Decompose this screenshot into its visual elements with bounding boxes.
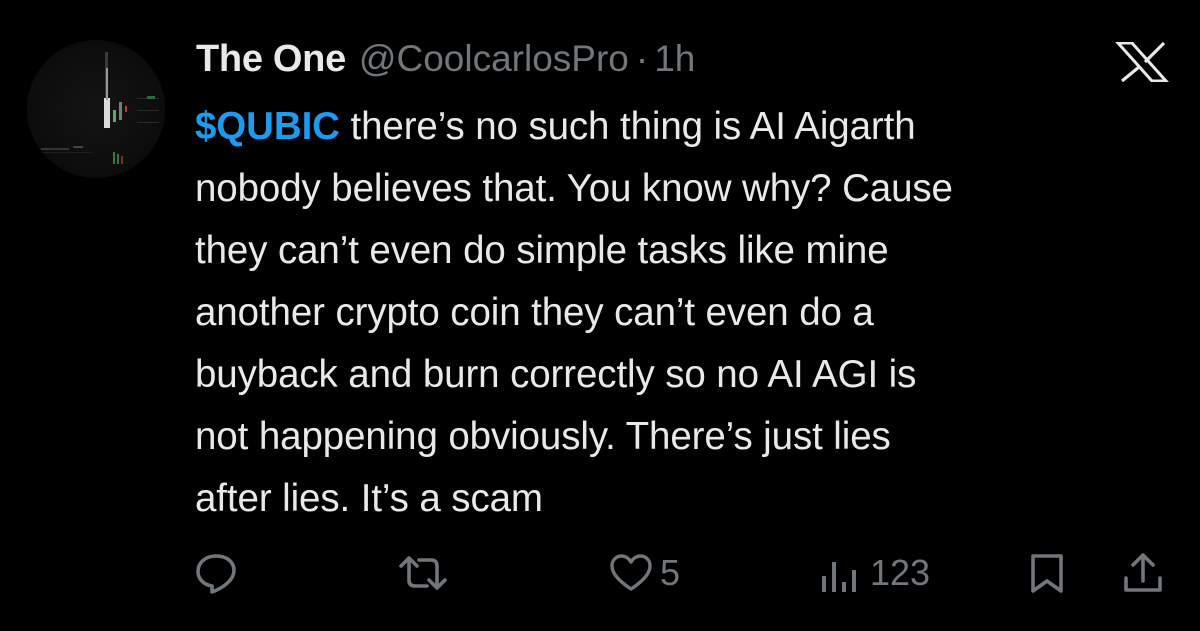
- views-count: 123: [870, 552, 931, 593]
- timestamp[interactable]: 1h: [654, 38, 695, 80]
- tweet-header: The One @CoolcarlosPro · 1h: [196, 38, 695, 88]
- bookmark-button[interactable]: [1027, 548, 1067, 598]
- share-button[interactable]: [1120, 548, 1166, 598]
- tweet: The One @CoolcarlosPro · 1h $QUBIC there…: [0, 0, 1200, 631]
- repost-icon: [399, 556, 447, 590]
- action-bar: 5 123: [0, 548, 1200, 598]
- separator-dot: ·: [635, 38, 649, 79]
- x-logo-icon[interactable]: [1114, 41, 1170, 83]
- reply-icon: [196, 554, 236, 594]
- like-button[interactable]: 5: [608, 548, 680, 598]
- tweet-body: there’s no such thing is AI Aigarth nobo…: [195, 105, 953, 520]
- avatar-chart-icon: [33, 52, 159, 164]
- views-button[interactable]: 123: [818, 548, 930, 598]
- views-icon: [822, 562, 856, 592]
- avatar[interactable]: [27, 40, 165, 178]
- display-name[interactable]: The One: [196, 38, 346, 81]
- repost-button[interactable]: [397, 548, 449, 598]
- tweet-text: $QUBIC there’s no such thing is AI Aigar…: [195, 96, 1185, 530]
- user-handle[interactable]: @CoolcarlosPro: [359, 38, 629, 80]
- cashtag-link[interactable]: $QUBIC: [195, 105, 340, 148]
- heart-icon: [610, 554, 652, 591]
- reply-button[interactable]: [193, 548, 239, 598]
- bookmark-icon: [1031, 554, 1063, 593]
- like-count: 5: [660, 552, 681, 593]
- share-icon: [1124, 553, 1162, 592]
